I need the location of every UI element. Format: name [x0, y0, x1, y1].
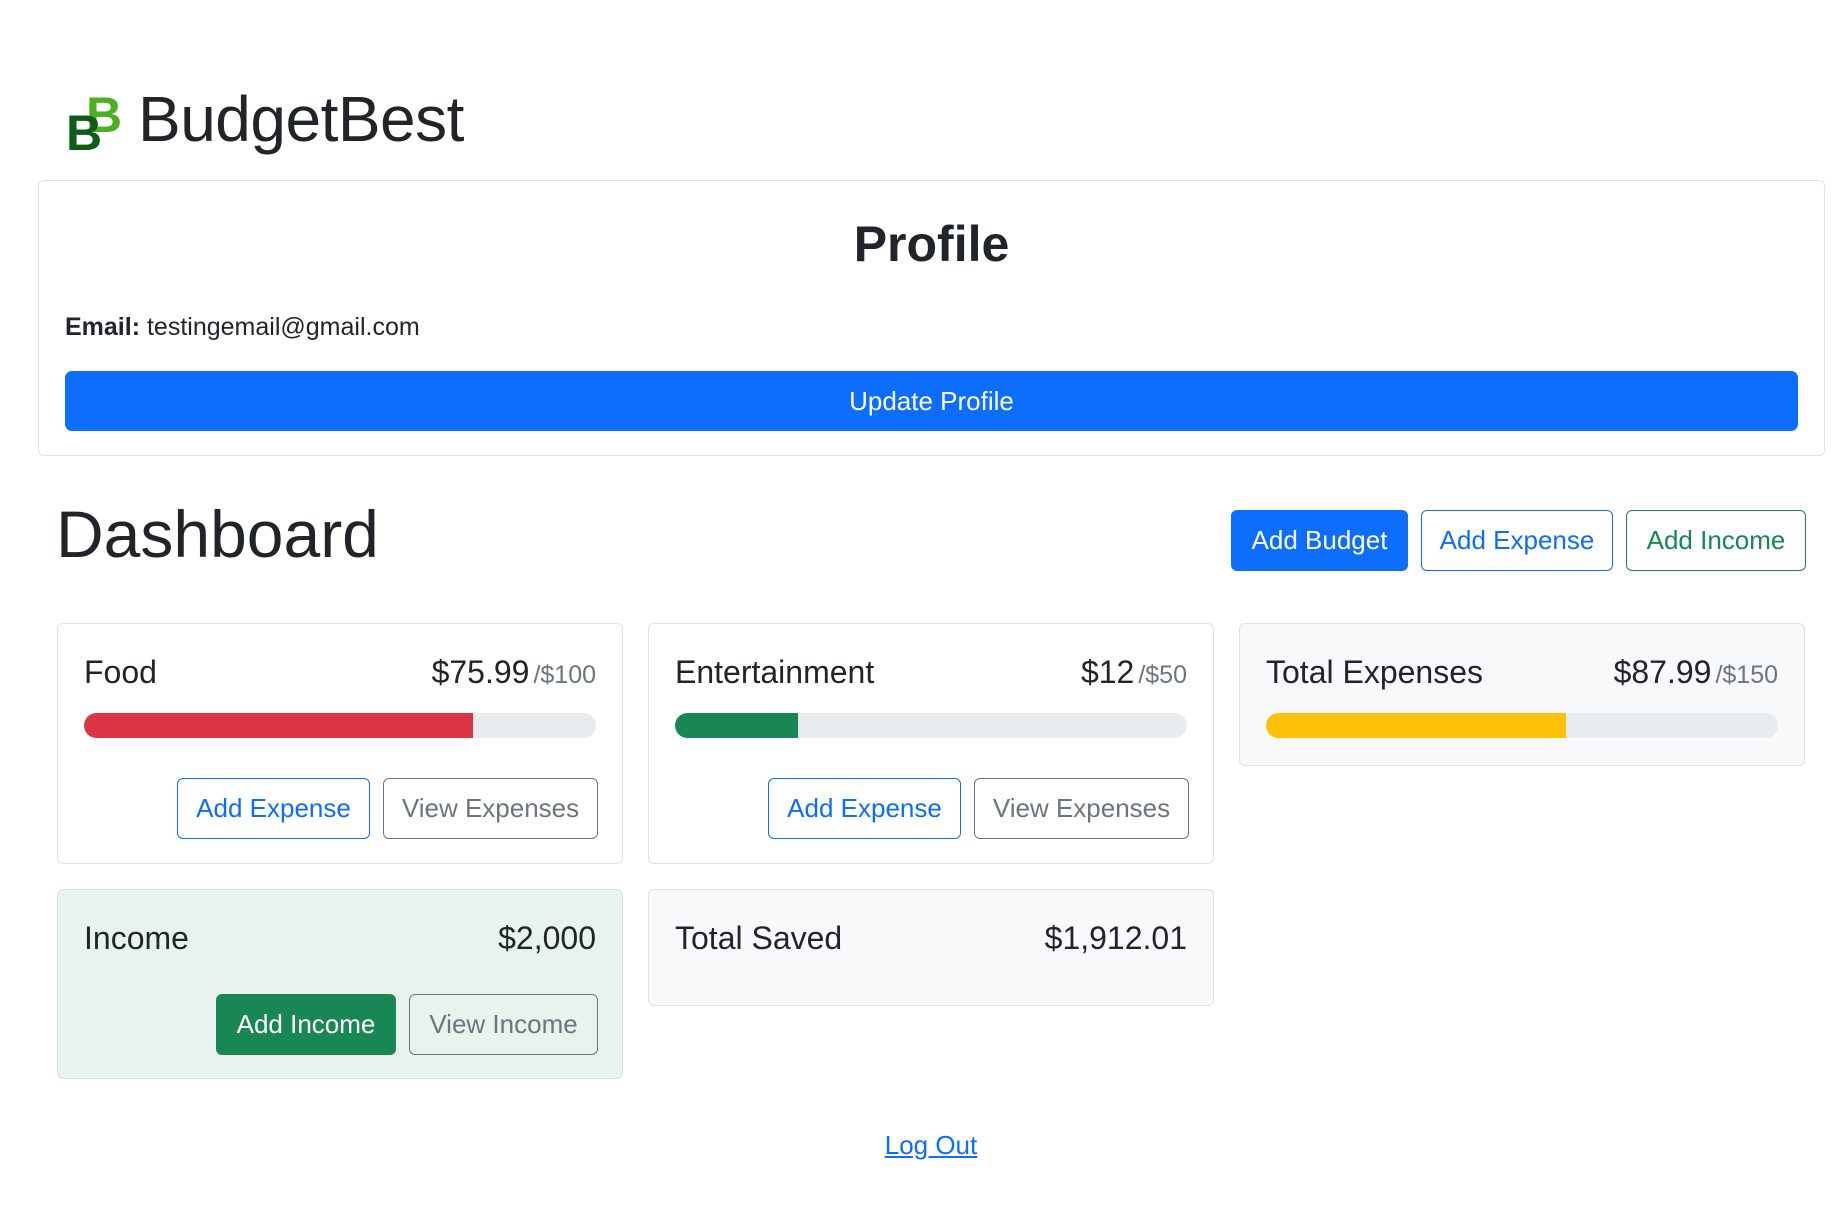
add-income-button[interactable]: Add Income: [216, 994, 396, 1055]
svg-text:B: B: [66, 105, 102, 152]
brand-logo: B B BudgetBest: [64, 82, 464, 156]
budget-name: Food: [84, 654, 157, 690]
income-amount: $2,000: [498, 920, 596, 956]
budget-progress-fill: [675, 713, 798, 738]
total-expenses-amount: $87.99/$150: [1614, 654, 1778, 691]
income-name: Income: [84, 920, 189, 956]
total-saved-card: Total Saved $1,912.01: [648, 889, 1214, 1006]
email-value: testingemail@gmail.com: [146, 313, 420, 341]
total-expenses-max: /$150: [1715, 661, 1778, 689]
dashboard-title: Dashboard: [56, 497, 379, 571]
budget-spent: $12: [1080, 654, 1135, 690]
budget-spent: $75.99: [431, 654, 530, 690]
email-label: Email:: [65, 313, 141, 341]
budget-max: /$100: [533, 661, 596, 689]
total-saved-name: Total Saved: [675, 920, 843, 956]
profile-email-row: Email: testingemail@gmail.com: [65, 313, 420, 342]
add-income-button[interactable]: Add Income: [1626, 510, 1806, 571]
view-expenses-button[interactable]: View Expenses: [974, 778, 1189, 839]
total-expenses-name: Total Expenses: [1266, 654, 1484, 690]
logout-row: Log Out: [0, 1130, 1845, 1161]
add-expense-button[interactable]: Add Expense: [768, 778, 961, 839]
add-budget-button[interactable]: Add Budget: [1231, 510, 1408, 571]
add-expense-button[interactable]: Add Expense: [1421, 510, 1613, 571]
budget-max: /$50: [1138, 661, 1187, 689]
brand-name: BudgetBest: [138, 83, 464, 155]
total-expenses-progress-bar: [1266, 713, 1778, 738]
budget-amount: $75.99/$100: [432, 654, 596, 691]
income-card: Income $2,000 Add Income View Income: [57, 889, 623, 1079]
budget-progress-bar: [675, 713, 1187, 738]
profile-title: Profile: [853, 216, 1010, 272]
total-expenses-spent: $87.99: [1613, 654, 1712, 690]
budget-card-food: Food $75.99/$100 Add Expense View Expens…: [57, 623, 623, 864]
update-profile-button[interactable]: Update Profile: [65, 371, 1798, 431]
add-expense-button[interactable]: Add Expense: [177, 778, 370, 839]
budget-name: Entertainment: [675, 654, 875, 690]
total-saved-amount: $1,912.01: [1044, 920, 1187, 956]
view-expenses-button[interactable]: View Expenses: [383, 778, 598, 839]
budgetbest-logo-icon: B B: [66, 87, 122, 152]
logout-link[interactable]: Log Out: [885, 1130, 978, 1160]
view-income-button[interactable]: View Income: [409, 994, 598, 1055]
total-expenses-progress-fill: [1266, 713, 1567, 738]
budget-progress-fill: [84, 713, 474, 738]
budget-card-entertainment: Entertainment $12/$50 Add Expense View E…: [648, 623, 1214, 864]
profile-card: Profile Email: testingemail@gmail.com Up…: [38, 180, 1825, 456]
budget-amount: $12/$50: [1081, 654, 1187, 691]
total-expenses-card: Total Expenses $87.99/$150: [1239, 623, 1805, 766]
budget-progress-bar: [84, 713, 596, 738]
